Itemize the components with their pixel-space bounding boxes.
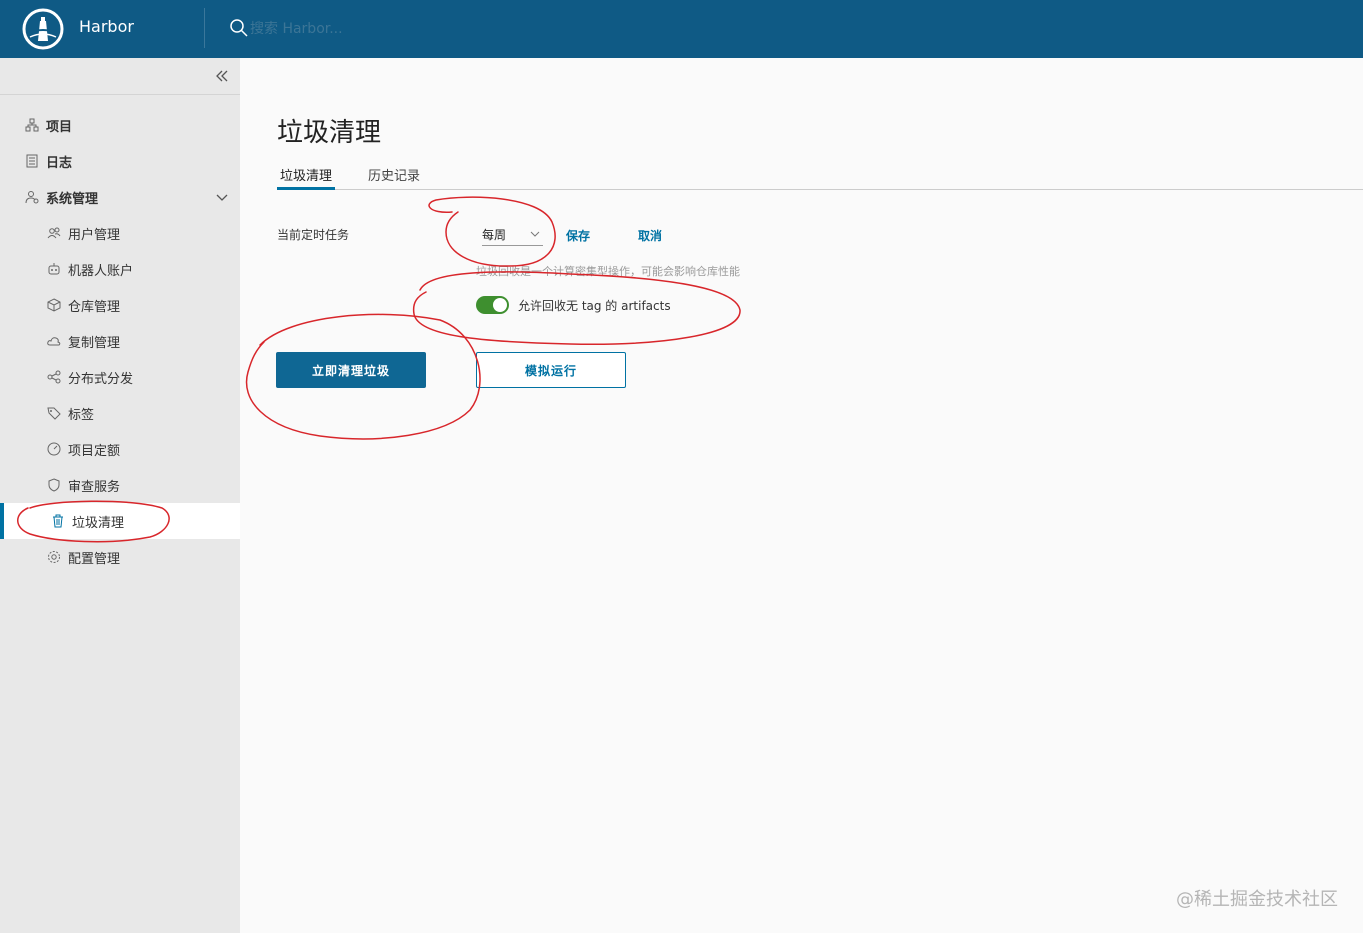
delete-untagged-toggle[interactable] xyxy=(476,296,509,314)
admin-icon xyxy=(25,190,39,204)
header-divider xyxy=(204,8,205,48)
sidebar-item-garbage-collection[interactable]: 垃圾清理 xyxy=(0,503,240,539)
toggle-knob xyxy=(493,298,507,312)
shield-icon xyxy=(47,478,61,492)
dry-run-button[interactable]: 模拟运行 xyxy=(476,352,626,388)
gc-now-button[interactable]: 立即清理垃圾 xyxy=(276,352,426,388)
sidebar-item-label: 审查服务 xyxy=(68,479,121,495)
sidebar-item-label: 用户管理 xyxy=(68,227,121,243)
collapse-sidebar-icon[interactable] xyxy=(214,68,230,84)
delete-untagged-label: 允许回收无 tag 的 artifacts xyxy=(518,299,671,313)
main-content: 垃圾清理 垃圾清理 历史记录 当前定时任务 每周 保存 取消 垃圾回收是一个计算… xyxy=(240,58,1363,933)
chevron-down-icon xyxy=(530,231,540,237)
sidebar-item-quotas[interactable]: 项目定额 xyxy=(0,431,240,467)
schedule-select-value: 每周 xyxy=(482,228,507,242)
search-icon xyxy=(230,19,248,37)
page-title: 垃圾清理 xyxy=(277,118,382,148)
gear-icon xyxy=(47,550,61,564)
tab-bar: 垃圾清理 历史记录 xyxy=(277,162,1363,190)
sidebar-item-robot-accounts[interactable]: 机器人账户 xyxy=(0,251,240,287)
robot-icon xyxy=(47,262,61,276)
sidebar-item-users[interactable]: 用户管理 xyxy=(0,215,240,251)
trash-icon xyxy=(51,514,65,528)
brand-name[interactable]: Harbor xyxy=(79,17,134,36)
sidebar-item-label: 项目定额 xyxy=(68,443,121,459)
sidebar-item-label: 分布式分发 xyxy=(68,371,134,387)
dashboard-icon xyxy=(47,442,61,456)
cancel-button[interactable]: 取消 xyxy=(638,227,662,244)
sidebar-item-interrogation-services[interactable]: 审查服务 xyxy=(0,467,240,503)
share-icon xyxy=(47,370,61,384)
sidebar-item-label: 标签 xyxy=(68,407,95,423)
log-icon xyxy=(25,154,39,168)
top-header: Harbor xyxy=(0,0,1363,58)
chevron-down-icon[interactable] xyxy=(216,191,228,203)
sidebar-item-label: 日志 xyxy=(46,155,73,171)
users-icon xyxy=(47,226,61,240)
box-icon xyxy=(47,298,61,312)
sidebar-item-label: 系统管理 xyxy=(46,191,99,207)
sidebar-item-label: 垃圾清理 xyxy=(72,515,125,531)
sidebar-item-projects[interactable]: 项目 xyxy=(0,107,240,143)
cloud-icon xyxy=(47,334,61,348)
watermark: @稀土掘金技术社区 xyxy=(1176,889,1338,910)
sidebar-item-registries[interactable]: 仓库管理 xyxy=(0,287,240,323)
sidebar-item-admin[interactable]: 系统管理 xyxy=(0,179,240,215)
sidebar-item-configuration[interactable]: 配置管理 xyxy=(0,539,240,575)
tab-garbage-collection[interactable]: 垃圾清理 xyxy=(277,162,336,190)
sidebar-item-replications[interactable]: 复制管理 xyxy=(0,323,240,359)
search-input[interactable] xyxy=(250,18,510,40)
harbor-logo-icon[interactable] xyxy=(22,8,64,50)
sidebar-item-label: 配置管理 xyxy=(68,551,121,567)
sidebar-item-distributions[interactable]: 分布式分发 xyxy=(0,359,240,395)
schedule-select[interactable]: 每周 xyxy=(482,224,543,246)
sidebar: 项目 日志 系统管理 用户管理 机器人账户 仓库管理 复制管理 分布式分发 标签… xyxy=(0,58,240,933)
sidebar-item-label: 仓库管理 xyxy=(68,299,121,315)
sidebar-item-label: 机器人账户 xyxy=(68,263,134,279)
schedule-label: 当前定时任务 xyxy=(277,228,350,242)
sidebar-collapse-row xyxy=(0,58,240,95)
sidebar-item-logs[interactable]: 日志 xyxy=(0,143,240,179)
sidebar-item-label: 复制管理 xyxy=(68,335,121,351)
sidebar-item-labels[interactable]: 标签 xyxy=(0,395,240,431)
gc-help-text: 垃圾回收是一个计算密集型操作，可能会影响仓库性能 xyxy=(476,265,740,278)
sidebar-item-label: 项目 xyxy=(46,119,73,135)
tab-history[interactable]: 历史记录 xyxy=(365,162,423,190)
project-icon xyxy=(25,118,39,132)
save-button[interactable]: 保存 xyxy=(566,227,590,244)
tag-icon xyxy=(47,406,61,420)
